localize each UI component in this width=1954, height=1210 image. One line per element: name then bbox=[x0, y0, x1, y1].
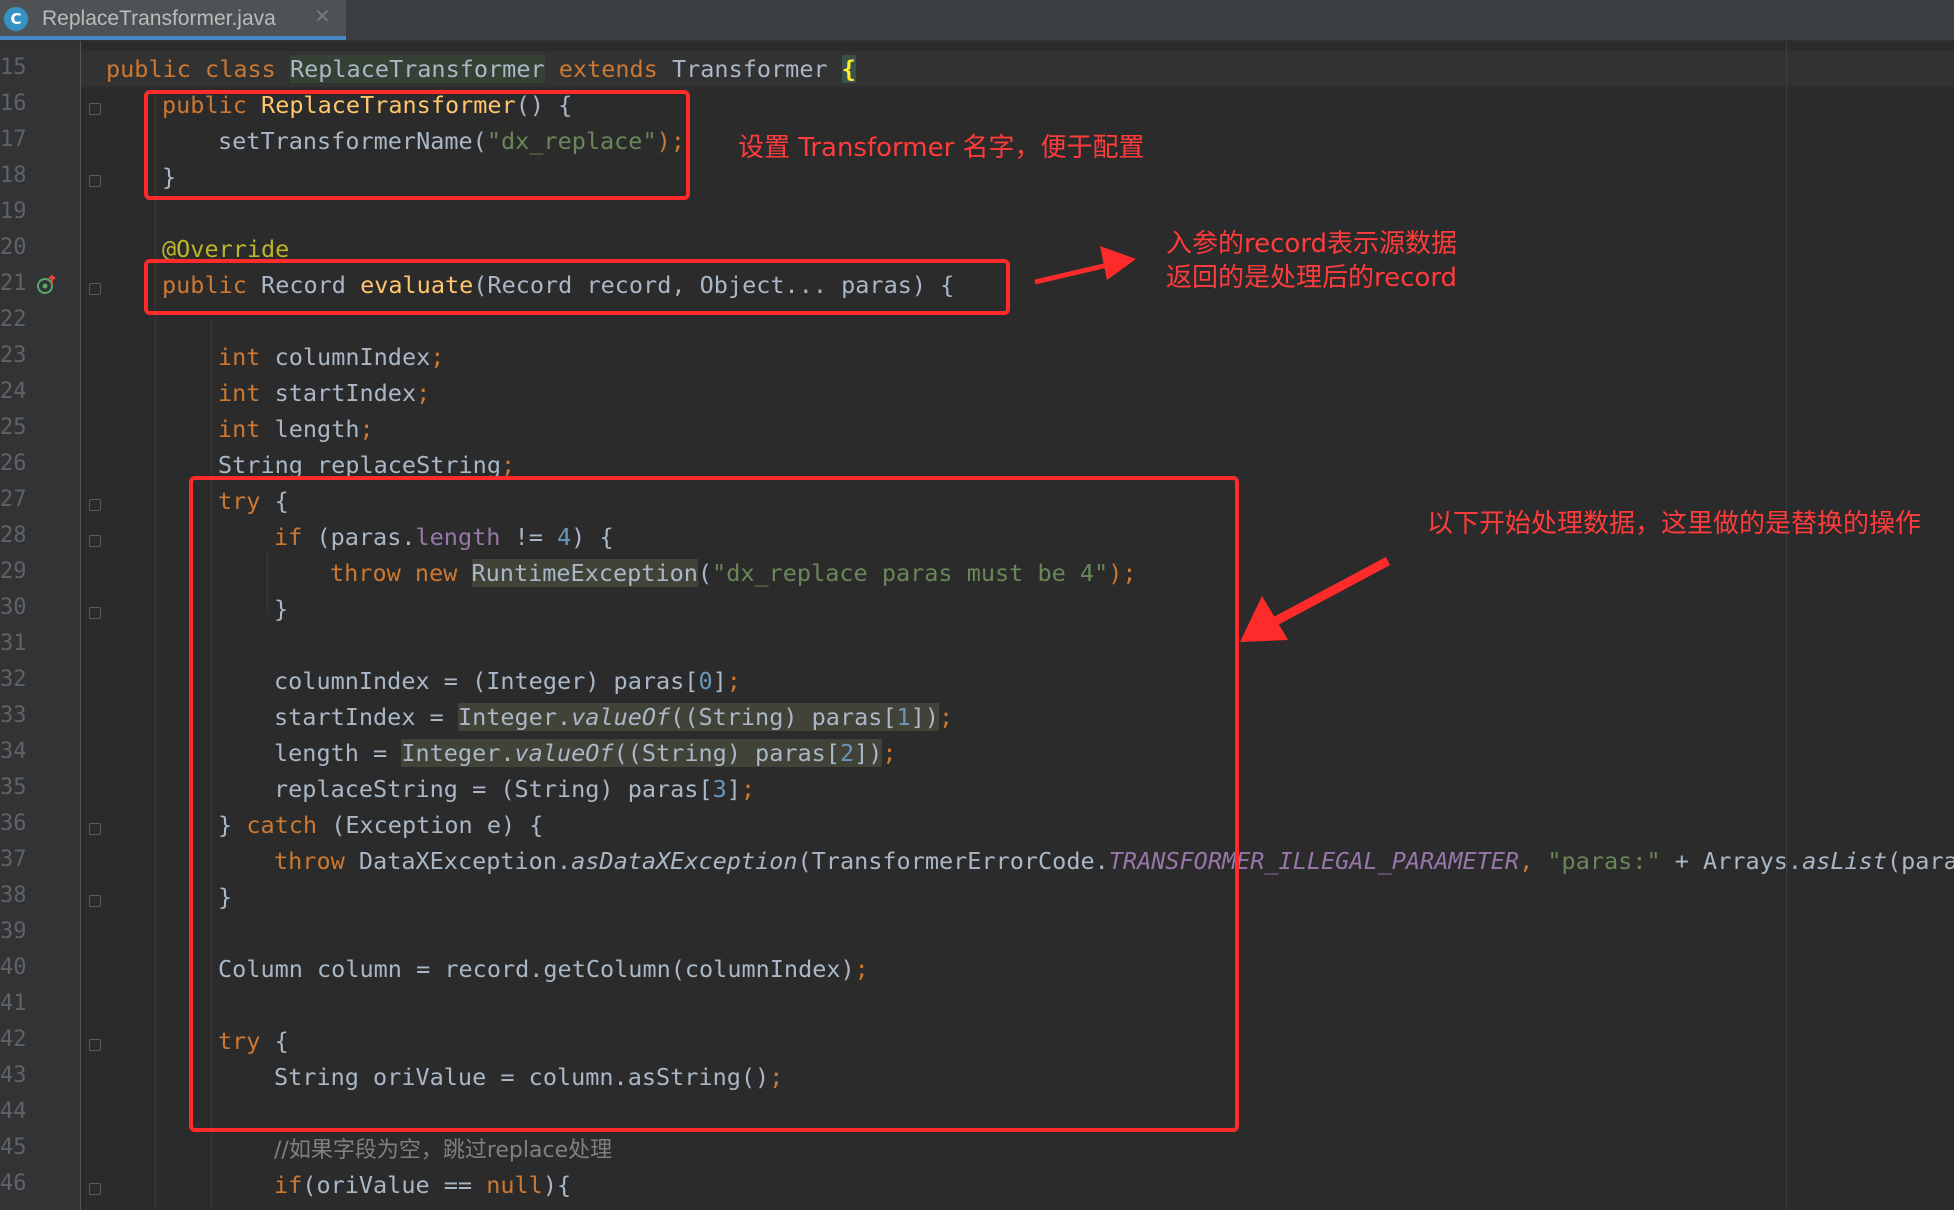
fold-icon[interactable] bbox=[89, 175, 101, 187]
line-number: 29 bbox=[0, 559, 27, 584]
line-number: 30 bbox=[0, 595, 27, 620]
line-number: 40 bbox=[0, 955, 27, 980]
line-number: 46 bbox=[0, 1171, 27, 1196]
fold-icon[interactable] bbox=[89, 499, 101, 511]
code-line-23[interactable]: int columnIndex; bbox=[218, 339, 444, 375]
highlight-box-processing bbox=[189, 476, 1239, 1132]
arrow-icon bbox=[1034, 246, 1136, 285]
close-icon[interactable]: ✕ bbox=[314, 4, 331, 28]
fold-icon[interactable] bbox=[89, 1183, 101, 1195]
line-number: 25 bbox=[0, 415, 27, 440]
annotation-record-input: 入参的record表示源数据 bbox=[1166, 229, 1458, 259]
line-number: 41 bbox=[0, 991, 27, 1016]
line-number: 24 bbox=[0, 379, 27, 404]
file-tab[interactable]: C ReplaceTransformer.java ✕ bbox=[0, 0, 346, 40]
line-number: 44 bbox=[0, 1099, 27, 1124]
line-number: 28 bbox=[0, 523, 27, 548]
active-tab-indicator bbox=[0, 36, 346, 40]
line-number: 22 bbox=[0, 307, 27, 332]
line-number: 15 bbox=[0, 55, 27, 80]
line-number: 23 bbox=[0, 343, 27, 368]
code-line-24[interactable]: int startIndex; bbox=[218, 375, 430, 411]
line-number: 43 bbox=[0, 1063, 27, 1088]
line-number: 36 bbox=[0, 811, 27, 836]
highlight-box-evaluate bbox=[144, 259, 1010, 315]
annotation-transformer-name: 设置 Transformer 名字，便于配置 bbox=[738, 133, 1145, 163]
line-number: 17 bbox=[0, 127, 27, 152]
line-number: 37 bbox=[0, 847, 27, 872]
code-line-15[interactable]: public class ReplaceTransformer extends … bbox=[106, 51, 856, 87]
code-line-25[interactable]: int length; bbox=[218, 411, 374, 447]
line-number: 19 bbox=[0, 199, 27, 224]
line-number: 32 bbox=[0, 667, 27, 692]
line-number: 21 bbox=[0, 271, 27, 296]
fold-icon[interactable] bbox=[89, 823, 101, 835]
editor-tab-bar: C ReplaceTransformer.java ✕ bbox=[0, 0, 1954, 41]
override-method-icon[interactable] bbox=[36, 275, 56, 295]
line-number: 16 bbox=[0, 91, 27, 116]
line-number: 33 bbox=[0, 703, 27, 728]
fold-icon[interactable] bbox=[89, 895, 101, 907]
line-number: 39 bbox=[0, 919, 27, 944]
line-number: 18 bbox=[0, 163, 27, 188]
line-number: 42 bbox=[0, 1027, 27, 1052]
line-number: 38 bbox=[0, 883, 27, 908]
line-number: 26 bbox=[0, 451, 27, 476]
highlight-box-constructor bbox=[144, 90, 690, 200]
right-margin-guide bbox=[1786, 41, 1787, 1210]
annotation-record-output: 返回的是处理后的record bbox=[1166, 263, 1458, 293]
fold-icon[interactable] bbox=[89, 103, 101, 115]
java-class-icon: C bbox=[4, 7, 28, 31]
line-number: 34 bbox=[0, 739, 27, 764]
line-number: 20 bbox=[0, 235, 27, 260]
annotation-processing: 以下开始处理数据，这里做的是替换的操作 bbox=[1427, 509, 1922, 539]
arrow-icon bbox=[1240, 557, 1391, 642]
tab-title[interactable]: ReplaceTransformer.java bbox=[42, 7, 276, 31]
fold-icon[interactable] bbox=[89, 607, 101, 619]
line-number: 35 bbox=[0, 775, 27, 800]
code-line-45[interactable]: //如果字段为空，跳过replace处理 bbox=[274, 1131, 612, 1169]
fold-icon[interactable] bbox=[89, 535, 101, 547]
fold-icon[interactable] bbox=[89, 1039, 101, 1051]
line-number: 31 bbox=[0, 631, 27, 656]
line-number: 27 bbox=[0, 487, 27, 512]
line-number: 45 bbox=[0, 1135, 27, 1160]
fold-icon[interactable] bbox=[89, 283, 101, 295]
code-line-46[interactable]: if(oriValue == null){ bbox=[274, 1167, 571, 1203]
